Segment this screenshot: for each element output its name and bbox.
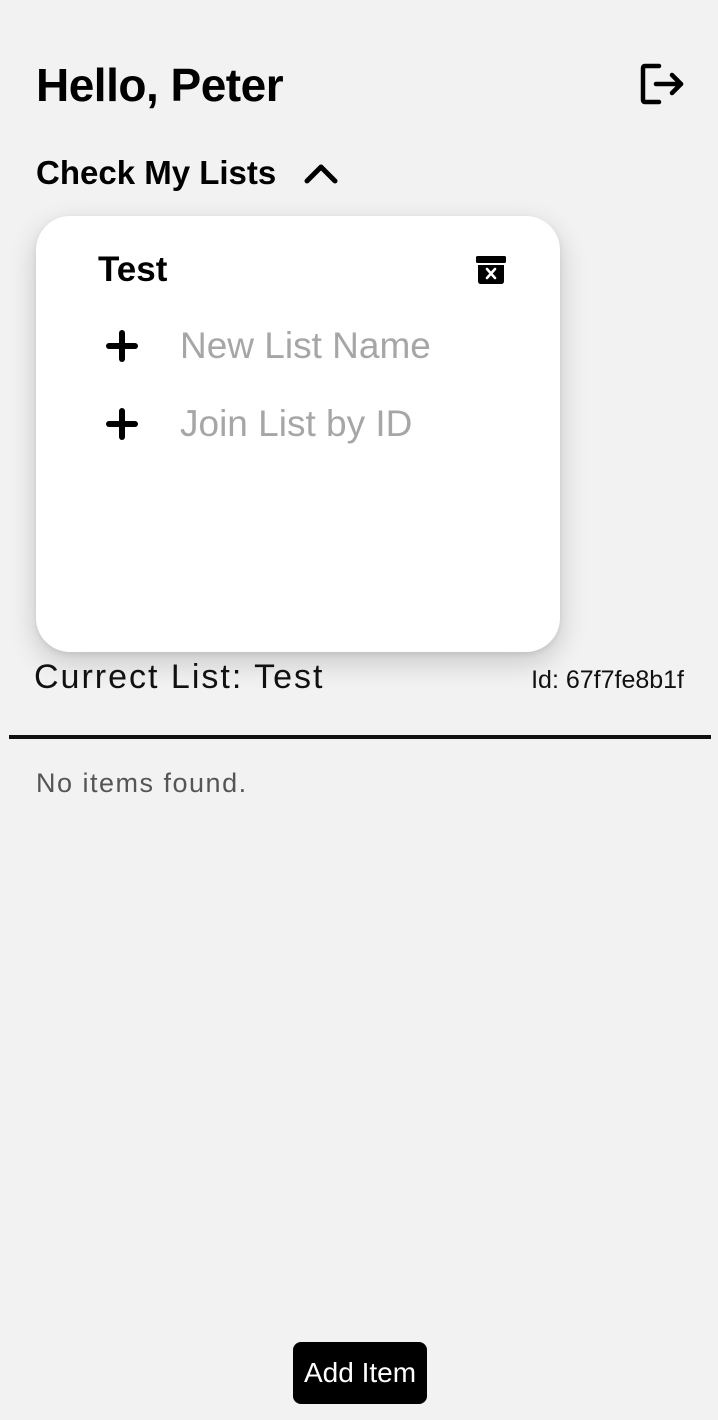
check-my-lists-label: Check My Lists	[36, 154, 277, 191]
chevron-up-icon	[304, 161, 338, 185]
list-item-name: Test	[98, 250, 168, 289]
divider	[9, 735, 711, 739]
join-list-id-input[interactable]	[180, 398, 520, 450]
new-list-name-input[interactable]	[180, 320, 520, 372]
logout-button[interactable]	[636, 60, 688, 108]
join-list-row	[104, 396, 524, 452]
list-id-text: Id: 67f7fe8b1f	[531, 666, 684, 694]
create-list-button[interactable]	[104, 328, 140, 364]
current-list-label: Currect List: Test	[34, 658, 325, 696]
archive-x-icon	[476, 256, 506, 284]
plus-icon	[106, 408, 138, 440]
join-list-button[interactable]	[104, 406, 140, 442]
list-item-test[interactable]: Test	[98, 248, 508, 292]
add-item-button[interactable]: Add Item	[293, 1342, 427, 1404]
plus-icon	[106, 330, 138, 362]
check-my-lists-toggle[interactable]: Check My Lists	[36, 154, 338, 192]
new-list-row	[104, 318, 524, 374]
delete-list-button[interactable]	[474, 253, 508, 287]
empty-items-message: No items found.	[36, 768, 248, 798]
greeting-title: Hello, Peter	[36, 59, 284, 111]
lists-dropdown: Test	[36, 216, 560, 652]
logout-icon	[640, 63, 684, 105]
